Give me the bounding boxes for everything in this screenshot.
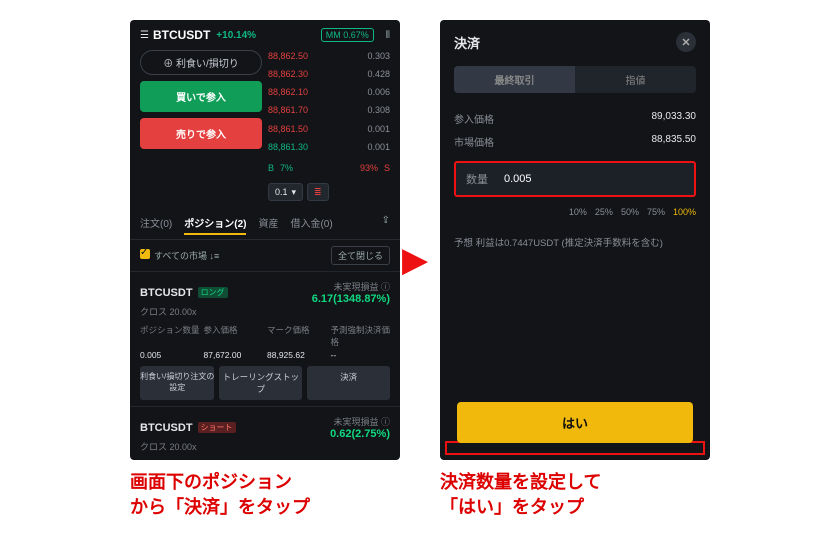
change-pct: +10.14% bbox=[216, 30, 256, 41]
long-tag: ロング bbox=[198, 287, 228, 298]
pct-50[interactable]: 50% bbox=[621, 207, 639, 217]
arrow-icon: ▶ bbox=[402, 240, 428, 280]
audio-icon[interactable]: ⫴ bbox=[386, 30, 390, 41]
tab-orders[interactable]: 注文(0) bbox=[140, 215, 172, 235]
mm-pill: MM 0.67% bbox=[321, 28, 374, 42]
chevron-down-icon: ▾ bbox=[292, 186, 297, 198]
tab-borrow[interactable]: 借入金(0) bbox=[290, 215, 332, 235]
orderbook: 88,862.500.303 88,862.300.428 88,862.100… bbox=[268, 50, 390, 201]
menu-icon[interactable]: ☰ bbox=[140, 30, 147, 41]
position-card: BTCUSDT ロング 未実現損益 ⓘ6.17(1348.87%) クロス 20… bbox=[130, 271, 400, 406]
right-phone: 決済 ✕ 最終取引 指値 参入価格89,033.30 市場価格88,835.50… bbox=[440, 20, 710, 460]
right-caption: 決済数量を設定して 「はい」をタップ bbox=[440, 470, 710, 520]
estimate-text: 予想 利益は0.7447USDT (推定決済手数料を含む) bbox=[440, 227, 710, 257]
tab-assets[interactable]: 資産 bbox=[258, 215, 278, 235]
close-all-button[interactable]: 全て閉じる bbox=[331, 246, 390, 265]
close-icon[interactable]: ✕ bbox=[676, 32, 696, 52]
confirm-highlight: はい bbox=[445, 441, 705, 455]
left-phone: ☰ BTCUSDT +10.14% MM 0.67% ⫴ ⊕ 利食い/損切り 買… bbox=[130, 20, 400, 460]
confirm-button[interactable]: はい bbox=[457, 402, 693, 443]
pct-10[interactable]: 10% bbox=[569, 207, 587, 217]
tabs: 注文(0) ポジション(2) 資産 借入金(0) ⇪ bbox=[130, 209, 400, 240]
tpsl-button[interactable]: ⊕ 利食い/損切り bbox=[140, 50, 262, 75]
seg-last[interactable]: 最終取引 bbox=[454, 66, 575, 93]
seg-limit[interactable]: 指値 bbox=[575, 66, 696, 93]
buy-button[interactable]: 買いで参入 bbox=[140, 81, 262, 112]
pct-25[interactable]: 25% bbox=[595, 207, 613, 217]
pair-name[interactable]: BTCUSDT bbox=[153, 28, 210, 42]
position-card: BTCUSDT ショート 未実現損益 ⓘ0.62(2.75%) クロス 20.0… bbox=[130, 406, 400, 460]
all-markets-label: すべての市場 bbox=[154, 251, 207, 261]
pos-close-button[interactable]: 決済 bbox=[307, 366, 390, 400]
pct-75[interactable]: 75% bbox=[647, 207, 665, 217]
depth-icon[interactable]: ≣ bbox=[307, 183, 329, 201]
sort-icon[interactable]: ↓≡ bbox=[210, 251, 220, 261]
sell-button[interactable]: 売りで参入 bbox=[140, 118, 262, 149]
qty-input[interactable]: 数量 0.005 bbox=[454, 161, 696, 197]
short-tag: ショート bbox=[198, 422, 236, 433]
pos-tpsl-button[interactable]: 利食い/損切り注文の設定 bbox=[140, 366, 214, 400]
all-markets-check[interactable] bbox=[140, 249, 150, 259]
left-caption: 画面下のポジション から「決済」をタップ bbox=[130, 470, 400, 520]
modal-title: 決済 bbox=[454, 33, 480, 52]
tick-select[interactable]: 0.1▾ bbox=[268, 183, 303, 201]
share-icon[interactable]: ⇪ bbox=[382, 215, 390, 235]
segmented-control: 最終取引 指値 bbox=[454, 66, 696, 93]
tab-positions[interactable]: ポジション(2) bbox=[184, 215, 246, 235]
pct-100[interactable]: 100% bbox=[673, 207, 696, 217]
pos-trailing-button[interactable]: トレーリングストップ bbox=[219, 366, 302, 400]
